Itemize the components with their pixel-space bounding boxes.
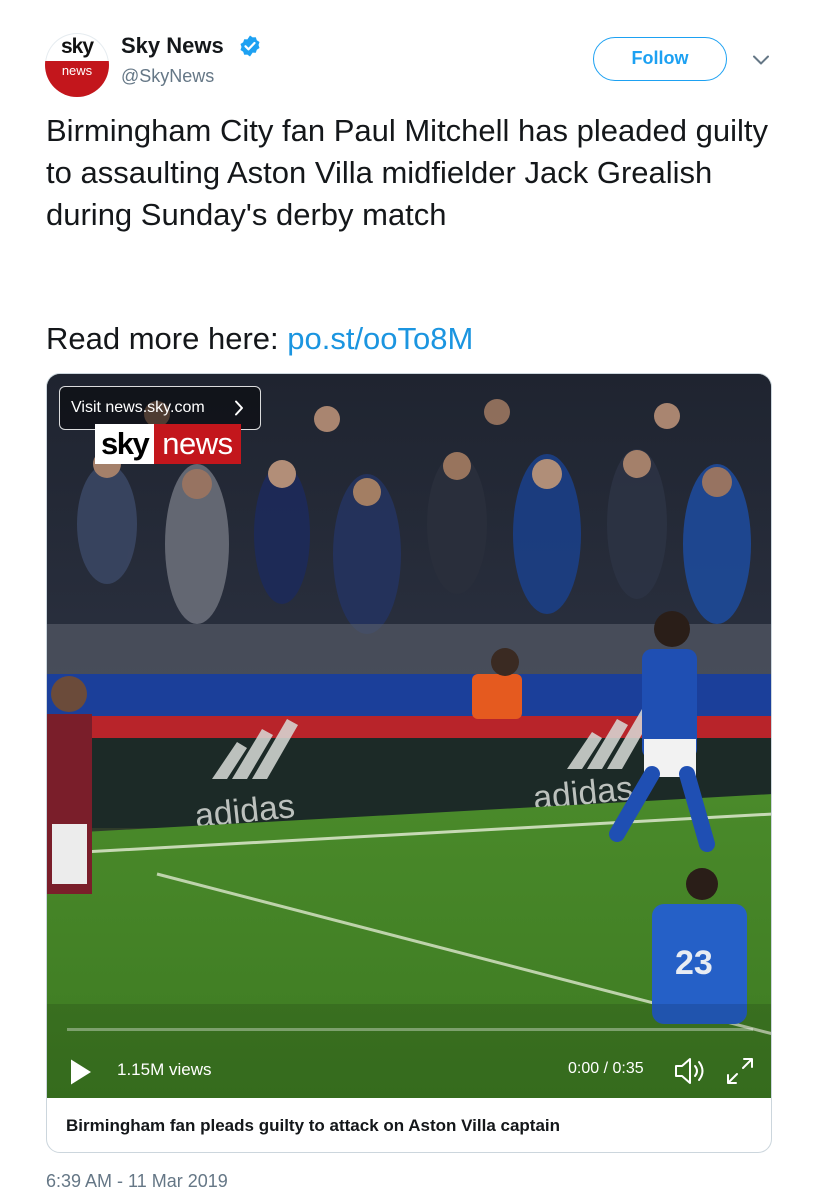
avatar-sky-text: sky — [60, 35, 94, 58]
chevron-right-icon — [235, 400, 243, 416]
video-time: 0:00 / 0:35 — [568, 1060, 644, 1077]
tweet-text: Birmingham City fan Paul Mitchell has pl… — [46, 113, 768, 232]
tweet-link[interactable]: po.st/ooTo8M — [287, 321, 473, 356]
logo-news-text: news — [154, 424, 241, 464]
tweet-timestamp[interactable]: 6:39 AM - 11 Mar 2019 — [46, 1171, 228, 1192]
read-more-prefix: Read more here: — [46, 321, 288, 356]
volume-icon[interactable] — [673, 1054, 709, 1088]
chevron-down-icon[interactable] — [751, 53, 771, 67]
sky-news-logo: sky news — [95, 424, 241, 464]
video-progress-bar[interactable] — [67, 1028, 753, 1031]
logo-sky-text: sky — [95, 424, 155, 464]
video-still: adidas adidas 23 — [47, 374, 771, 1098]
verified-badge-icon — [240, 35, 260, 57]
fullscreen-icon[interactable] — [724, 1055, 756, 1087]
user-handle[interactable]: @SkyNews — [121, 66, 214, 87]
avatar-news-text: news — [61, 63, 93, 78]
avatar[interactable]: sky news — [45, 33, 109, 97]
player-shirt-number: 23 — [675, 944, 713, 982]
play-icon[interactable] — [69, 1058, 93, 1086]
visit-site-label: Visit news.sky.com — [71, 399, 205, 416]
follow-button[interactable]: Follow — [593, 37, 727, 81]
view-count: 1.15M views — [117, 1060, 212, 1079]
media-card[interactable]: adidas adidas 23 Visit news.sky.com sky … — [46, 373, 772, 1153]
video-player[interactable]: adidas adidas 23 Visit news.sky.com sky … — [47, 374, 771, 1098]
read-more-line: Read more here: po.st/ooTo8M — [46, 318, 473, 360]
display-name[interactable]: Sky News — [121, 33, 224, 59]
card-caption[interactable]: Birmingham fan pleads guilty to attack o… — [66, 1116, 560, 1136]
